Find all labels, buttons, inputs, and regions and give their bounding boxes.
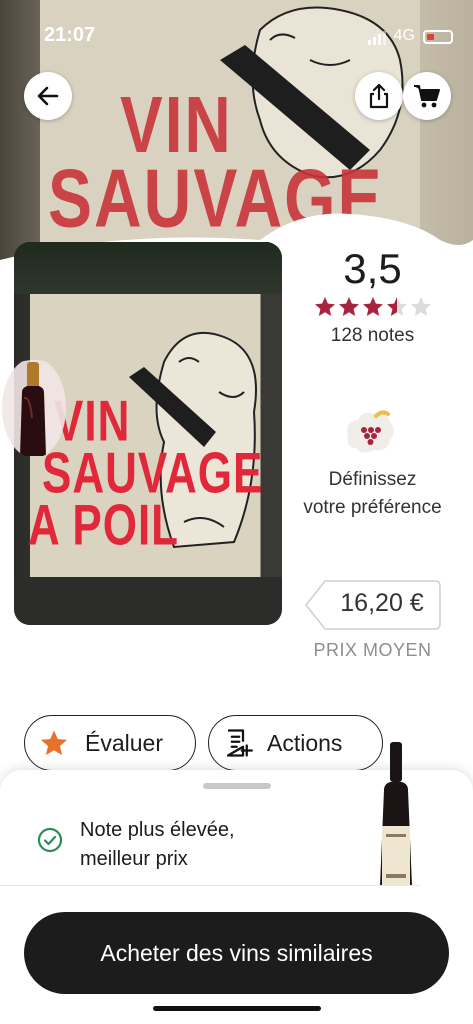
network-type: 4G — [393, 27, 415, 44]
sheet-highlight-text: Note plus élevée, meilleur prix — [80, 816, 235, 874]
status-bar: 21:07 4G — [0, 24, 473, 52]
sheet-highlight-line-1: Note plus élevée, — [80, 819, 235, 841]
check-circle-icon — [37, 827, 63, 853]
price-value: 16,20 € — [340, 589, 424, 617]
buy-similar-wines-label: Acheter des vins similaires — [100, 939, 373, 966]
rating-stars — [314, 296, 432, 318]
price-label: PRIX MOYEN — [313, 640, 432, 660]
buy-similar-wines-button[interactable]: Acheter des vins similaires — [24, 912, 449, 994]
photo-label-text-3: A POIL — [28, 494, 180, 558]
actions-list-icon — [226, 729, 253, 757]
preference-link[interactable]: Définissez votre préférence — [285, 466, 460, 522]
star-rating-icon — [315, 297, 431, 316]
bottle-thumbnail[interactable] — [2, 358, 66, 458]
preference-line-1: Définissez — [328, 469, 417, 490]
sheet-handle[interactable] — [203, 783, 271, 789]
bottle-base — [14, 577, 282, 625]
share-button[interactable] — [355, 72, 403, 120]
actions-button-label: Actions — [267, 729, 343, 756]
bottle-neck — [14, 242, 282, 294]
star-icon — [41, 730, 67, 756]
status-time: 21:07 — [44, 24, 96, 46]
cart-icon — [414, 85, 440, 108]
rating-value: 3,5 — [343, 245, 402, 292]
grape-preference-icon[interactable] — [342, 408, 398, 456]
cart-button[interactable] — [403, 72, 451, 120]
share-icon — [369, 83, 389, 109]
rate-button-label: Évaluer — [85, 729, 163, 756]
battery-icon — [423, 30, 453, 44]
home-indicator — [153, 1006, 321, 1011]
signal-icon — [367, 27, 388, 45]
rate-button[interactable]: Évaluer — [24, 715, 196, 771]
similar-wine-bottle-image[interactable] — [370, 742, 422, 886]
back-button[interactable] — [24, 72, 72, 120]
sheet-divider — [0, 885, 420, 886]
network-indicator: 4G — [367, 27, 415, 45]
rating-count: 128 notes — [330, 325, 415, 346]
preference-line-2: votre préférence — [303, 497, 442, 518]
actions-button[interactable]: Actions — [208, 715, 383, 771]
bottle-icon — [2, 360, 66, 456]
sheet-highlight-line-2: meilleur prix — [80, 848, 188, 870]
back-arrow-icon — [37, 86, 59, 106]
